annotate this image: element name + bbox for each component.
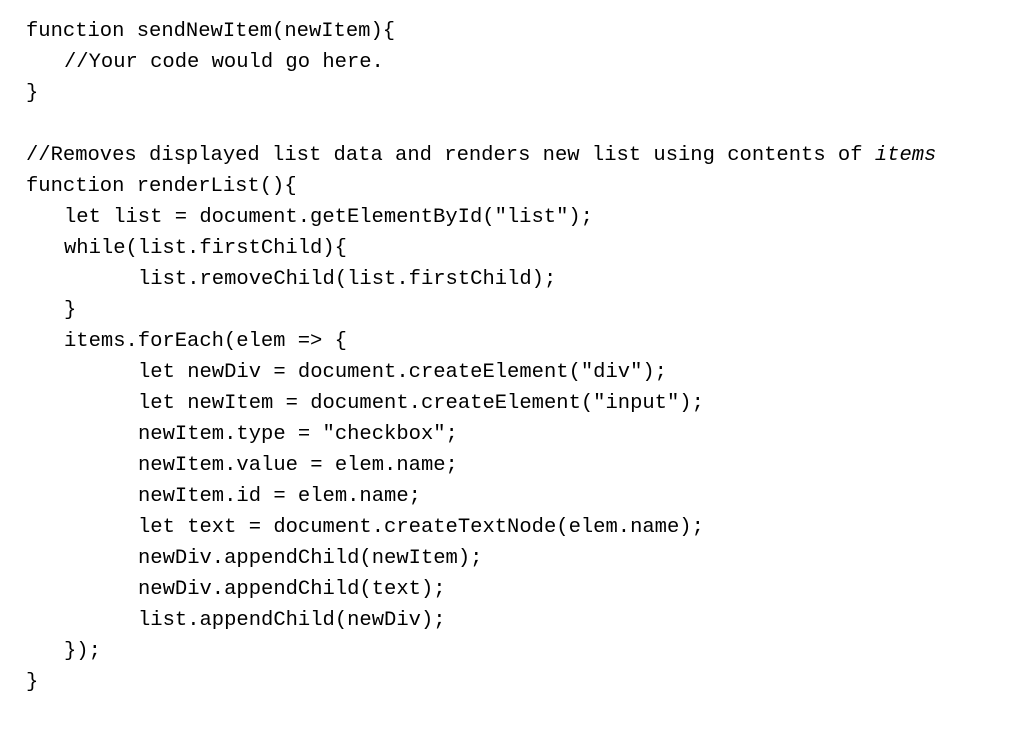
code-line: let newItem = document.createElement("in… xyxy=(138,392,704,415)
code-line: list.appendChild(newDiv); xyxy=(138,609,446,632)
code-line: let list = document.getElementById("list… xyxy=(64,206,593,229)
code-line: while(list.firstChild){ xyxy=(64,237,347,260)
code-line: items.forEach(elem => { xyxy=(64,330,347,353)
code-line: list.removeChild(list.firstChild); xyxy=(138,268,557,291)
code-comment: //Removes displayed list data and render… xyxy=(26,140,936,171)
code-line: } xyxy=(26,671,39,694)
comment-text: //Removes displayed list data and render… xyxy=(26,144,875,167)
code-line: newItem.value = elem.name; xyxy=(138,454,458,477)
code-line: }); xyxy=(64,640,101,663)
code-line: function sendNewItem(newItem){ xyxy=(26,20,396,43)
code-line: } xyxy=(26,82,39,105)
code-line: let newDiv = document.createElement("div… xyxy=(138,361,667,384)
comment-emphasis: items xyxy=(874,144,937,167)
code-line: newItem.type = "checkbox"; xyxy=(138,423,458,446)
code-line: newDiv.appendChild(text); xyxy=(138,578,446,601)
code-comment: //Your code would go here. xyxy=(64,51,384,74)
code-line: } xyxy=(64,299,77,322)
code-line: newItem.id = elem.name; xyxy=(138,485,421,508)
code-listing: function sendNewItem(newItem){ //Your co… xyxy=(26,16,936,698)
code-line: let text = document.createTextNode(elem.… xyxy=(138,516,704,539)
code-line: function renderList(){ xyxy=(26,175,297,198)
code-line: newDiv.appendChild(newItem); xyxy=(138,547,483,570)
